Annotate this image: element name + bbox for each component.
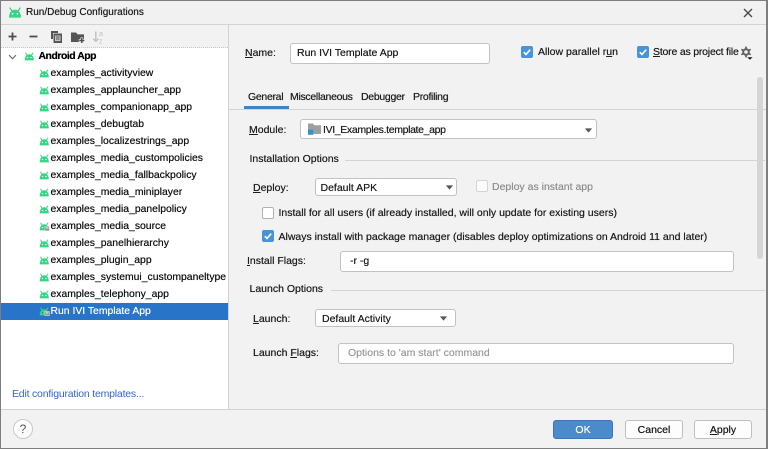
svg-text:z: z <box>99 39 103 45</box>
svg-text:a: a <box>99 31 103 38</box>
